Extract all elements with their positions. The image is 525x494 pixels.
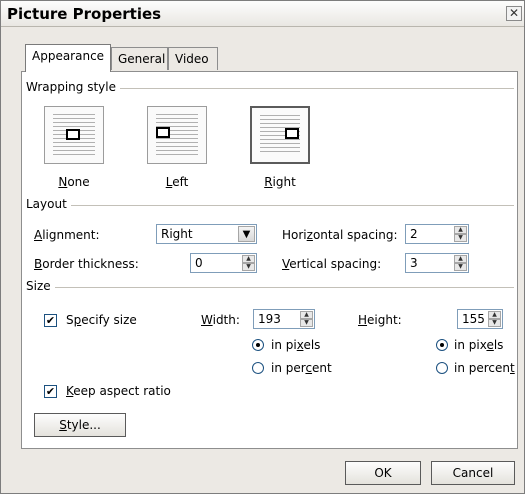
- border-thickness-stepper[interactable]: 0 ▲ ▼: [190, 253, 257, 273]
- wrapping-style-heading: Wrapping style: [26, 80, 120, 94]
- height-value: 155: [462, 312, 485, 326]
- cancel-button[interactable]: Cancel: [431, 461, 515, 485]
- layout-heading: Layout: [26, 197, 71, 211]
- picture-square-icon: [66, 129, 80, 140]
- spin-down-icon[interactable]: ▼: [454, 263, 467, 271]
- spin-down-icon[interactable]: ▼: [300, 319, 313, 327]
- keep-aspect-ratio-label: Keep aspect ratio: [66, 384, 171, 398]
- height-in-percent-label: in percent: [454, 361, 515, 375]
- spin-down-icon[interactable]: ▼: [488, 319, 501, 327]
- alignment-select[interactable]: Right ▼: [156, 224, 257, 244]
- width-value: 193: [258, 312, 281, 326]
- width-label: Width:: [201, 313, 240, 327]
- group-divider: [26, 287, 514, 288]
- group-divider: [26, 205, 514, 206]
- style-button[interactable]: Style...: [34, 413, 126, 437]
- width-in-percent-label: in percent: [271, 361, 332, 375]
- picture-square-icon: [285, 128, 299, 139]
- width-in-pixels-radio[interactable]: [252, 339, 264, 351]
- horizontal-spacing-stepper[interactable]: 2 ▲ ▼: [405, 224, 469, 244]
- keep-aspect-ratio-checkbox[interactable]: ✔: [44, 385, 57, 398]
- spin-up-icon[interactable]: ▲: [300, 311, 313, 319]
- horizontal-spacing-value: 2: [410, 227, 418, 241]
- appearance-panel: Wrapping style None Left Right Layout Al…: [21, 71, 518, 449]
- size-heading: Size: [26, 279, 55, 293]
- wrap-left-option[interactable]: [147, 106, 207, 164]
- tab-general[interactable]: General: [111, 47, 168, 70]
- alignment-value: Right: [161, 227, 193, 241]
- specify-size-checkbox[interactable]: ✔: [44, 314, 57, 327]
- ok-button[interactable]: OK: [345, 461, 421, 485]
- wrap-none-label: None: [58, 175, 90, 189]
- border-thickness-label: Border thickness:: [34, 257, 139, 271]
- wrap-right-label: Right: [264, 175, 296, 189]
- vertical-spacing-value: 3: [410, 256, 418, 270]
- width-in-pixels-label: in pixels: [271, 338, 321, 352]
- height-in-percent-radio[interactable]: [436, 362, 448, 374]
- spin-down-icon[interactable]: ▼: [242, 263, 255, 271]
- height-label: Height:: [358, 313, 402, 327]
- close-icon: ✕: [508, 6, 520, 20]
- tab-label: Appearance: [32, 49, 105, 63]
- wrap-left-label: Left: [165, 175, 189, 189]
- wrap-right-option[interactable]: [250, 106, 310, 164]
- specify-size-label: Specify size: [66, 313, 137, 327]
- title-bar[interactable]: Picture Properties ✕: [1, 1, 524, 27]
- picture-square-icon: [156, 127, 170, 138]
- vertical-spacing-label: Vertical spacing:: [282, 257, 382, 271]
- spin-up-icon[interactable]: ▲: [242, 255, 255, 263]
- height-in-pixels-radio[interactable]: [436, 339, 448, 351]
- spin-up-icon[interactable]: ▲: [488, 311, 501, 319]
- wrap-none-option[interactable]: [44, 106, 104, 164]
- spin-down-icon[interactable]: ▼: [454, 234, 467, 242]
- close-button[interactable]: ✕: [506, 6, 522, 21]
- height-stepper[interactable]: 155 ▲ ▼: [457, 309, 503, 329]
- height-in-pixels-label: in pixels: [454, 338, 504, 352]
- tab-appearance[interactable]: Appearance: [25, 44, 111, 72]
- picture-properties-dialog: Picture Properties ✕ Appearance General …: [0, 0, 525, 494]
- dialog-title: Picture Properties: [7, 5, 162, 23]
- checkmark-icon: ✔: [45, 385, 56, 398]
- vertical-spacing-stepper[interactable]: 3 ▲ ▼: [405, 253, 469, 273]
- horizontal-spacing-label: Horizontal spacing:: [282, 228, 398, 242]
- checkmark-icon: ✔: [45, 314, 56, 327]
- tab-label: General: [118, 52, 166, 66]
- chevron-down-icon[interactable]: ▼: [238, 226, 255, 242]
- spin-up-icon[interactable]: ▲: [454, 255, 467, 263]
- alignment-label: Alignment:: [34, 228, 100, 242]
- width-stepper[interactable]: 193 ▲ ▼: [253, 309, 315, 329]
- spin-up-icon[interactable]: ▲: [454, 226, 467, 234]
- tab-label: Video: [175, 52, 209, 66]
- width-in-percent-radio[interactable]: [252, 362, 264, 374]
- tab-video[interactable]: Video: [168, 47, 218, 70]
- border-thickness-value: 0: [195, 256, 203, 270]
